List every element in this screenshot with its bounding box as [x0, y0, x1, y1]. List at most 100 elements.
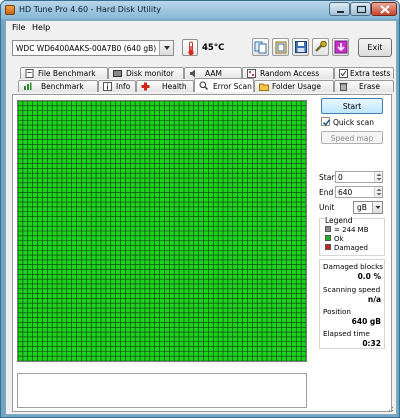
- error-scan-panel: Start Quick scan Speed map Start 0 End 6…: [12, 94, 392, 412]
- chevron-down-icon: [372, 202, 382, 213]
- tab-file-benchmark-label: File Benchmark: [38, 69, 96, 78]
- menu-file-label: File: [12, 23, 26, 32]
- toolbar: WDC WD6400AAKS-00A7B0 (640 gB) 45°C Exit: [6, 35, 396, 65]
- random-access-icon: [247, 69, 256, 78]
- tab-disk-monitor-label: Disk monitor: [126, 69, 174, 78]
- client-area: File Help WDC WD6400AAKS-00A7B0 (640 gB)…: [5, 20, 397, 415]
- options-button[interactable]: [312, 38, 329, 56]
- elapsed-time-value: 0:32: [362, 339, 381, 348]
- legend-swatch-ok: [325, 235, 331, 241]
- spinner-arrows-icon[interactable]: [374, 187, 382, 197]
- tab-benchmark[interactable]: Benchmark: [18, 80, 98, 92]
- drive-select-value: WDC WD6400AAKS-00A7B0 (640 gB): [16, 44, 157, 53]
- damaged-blocks-label: Damaged blocks: [323, 262, 383, 271]
- damaged-blocks-value: 0.0 %: [357, 272, 381, 281]
- start-button[interactable]: Start: [321, 98, 383, 114]
- legend-block-size: = 244 MB: [334, 226, 369, 234]
- start-input[interactable]: 0: [335, 171, 383, 183]
- menu-help[interactable]: Help: [32, 23, 50, 32]
- minimize-button[interactable]: [329, 2, 350, 16]
- health-cross-icon: [141, 82, 150, 91]
- benchmark-icon: [23, 82, 32, 91]
- resize-grip-icon[interactable]: [386, 404, 394, 412]
- speaker-icon: [189, 69, 198, 78]
- save-button[interactable]: [292, 38, 309, 56]
- tab-health[interactable]: Health: [136, 80, 194, 92]
- speed-map-button[interactable]: Speed map: [321, 131, 383, 144]
- tab-info-label: Info: [116, 82, 131, 91]
- copy-info-button[interactable]: [252, 38, 269, 56]
- disk-icon: [113, 69, 122, 78]
- wrench-icon: [315, 40, 327, 52]
- folder-icon: [259, 82, 269, 91]
- close-button[interactable]: [371, 2, 397, 16]
- tab-folder-usage[interactable]: Folder Usage: [254, 80, 334, 92]
- menu-file[interactable]: File: [12, 23, 25, 32]
- copy-screenshot-button[interactable]: [272, 38, 289, 56]
- scan-block-map: [17, 100, 307, 362]
- spinner-arrows-icon[interactable]: [374, 172, 382, 182]
- legend-ok: Ok: [334, 235, 344, 243]
- app-icon: [5, 5, 15, 15]
- end-input[interactable]: 640: [335, 186, 383, 198]
- position-value: 640 gB: [351, 317, 381, 326]
- tab-benchmark-label: Benchmark: [41, 82, 84, 91]
- unit-label: Unit: [319, 203, 335, 212]
- legend-swatch-damaged: [325, 244, 331, 250]
- legend-swatch-block: [325, 226, 331, 232]
- clipboard-icon: [275, 41, 287, 54]
- checkmark-icon: [322, 119, 331, 126]
- tab-random-access[interactable]: Random Access: [242, 67, 334, 79]
- scanning-speed-label: Scanning speed: [323, 285, 381, 294]
- menu-bar: File Help: [6, 21, 396, 34]
- unit-select[interactable]: gB: [353, 201, 383, 214]
- temperature-readout: 45°C: [202, 43, 225, 53]
- tab-disk-monitor[interactable]: Disk monitor: [108, 67, 184, 79]
- quick-scan-checkbox[interactable]: [321, 117, 331, 126]
- tab-erase-label: Erase: [359, 82, 380, 91]
- scan-log: [17, 373, 307, 408]
- search-icon: [199, 81, 208, 90]
- scan-block-grid: [18, 101, 306, 361]
- unit-select-value: gB: [357, 203, 367, 212]
- close-icon: [380, 5, 390, 14]
- drive-select[interactable]: WDC WD6400AAKS-00A7B0 (640 gB): [12, 40, 174, 56]
- legend-title: Legend: [325, 216, 353, 225]
- title-bar[interactable]: HD Tune Pro 4.60 - Hard Disk Utility: [1, 1, 399, 19]
- tab-extra-tests-label: Extra tests: [350, 69, 391, 78]
- menu-help-label: Help: [32, 23, 51, 32]
- tab-info[interactable]: Info: [98, 80, 136, 92]
- tab-extra-tests[interactable]: Extra tests: [334, 67, 394, 79]
- tab-folder-usage-label: Folder Usage: [272, 82, 321, 91]
- scanning-speed-value: n/a: [367, 295, 381, 304]
- exit-button[interactable]: Exit: [358, 38, 392, 57]
- maximize-icon: [356, 5, 367, 14]
- end-field-label: End: [319, 188, 334, 197]
- tab-erase[interactable]: Erase: [334, 80, 394, 92]
- window-title: HD Tune Pro 4.60 - Hard Disk Utility: [19, 5, 161, 14]
- checklist-icon: [339, 69, 348, 78]
- save-icon: [295, 41, 307, 53]
- start-input-value: 0: [338, 173, 343, 182]
- tab-error-scan[interactable]: Error Scan: [194, 78, 254, 92]
- app-window: HD Tune Pro 4.60 - Hard Disk Utility Fil…: [0, 0, 400, 418]
- maximize-button[interactable]: [350, 2, 371, 16]
- chevron-down-icon: [159, 41, 173, 55]
- info-icon: [103, 82, 112, 91]
- download-arrow-icon: [334, 40, 348, 54]
- quick-scan-label: Quick scan: [333, 118, 374, 127]
- file-icon: [25, 69, 34, 78]
- tab-aam-label: AAM: [205, 69, 222, 78]
- copy-icon: [254, 41, 267, 54]
- download-button[interactable]: [332, 38, 349, 56]
- position-label: Position: [323, 307, 351, 316]
- tab-error-scan-label: Error Scan: [213, 82, 252, 91]
- tab-random-access-label: Random Access: [260, 69, 320, 78]
- trash-icon: [339, 82, 348, 91]
- tab-health-label: Health: [162, 82, 187, 91]
- legend-damaged: Damaged: [334, 244, 368, 252]
- thermometer-icon: [182, 39, 198, 56]
- elapsed-time-label: Elapsed time: [323, 329, 370, 338]
- end-input-value: 640: [338, 188, 353, 197]
- tab-file-benchmark[interactable]: File Benchmark: [20, 67, 108, 79]
